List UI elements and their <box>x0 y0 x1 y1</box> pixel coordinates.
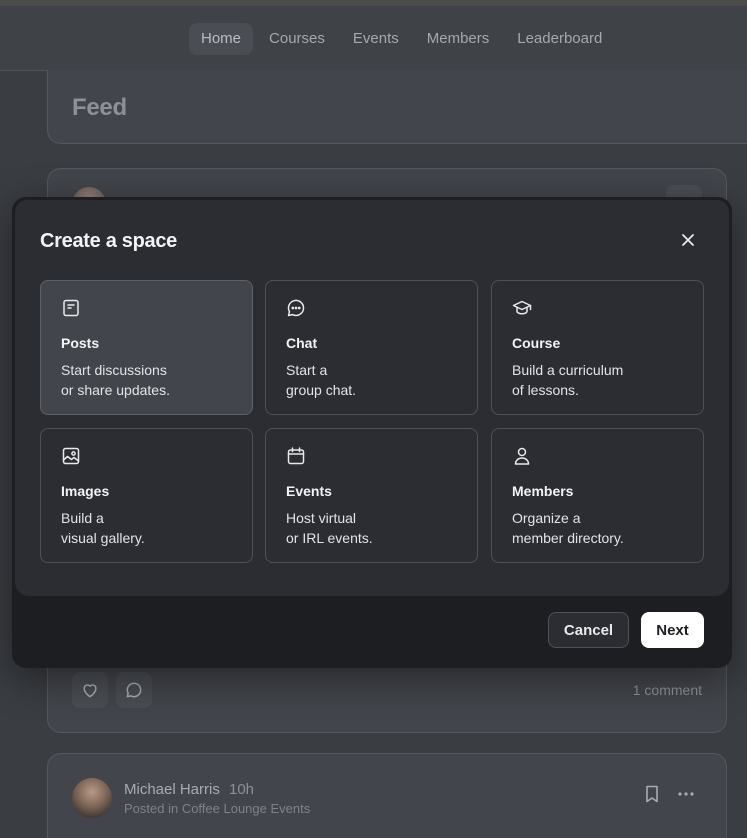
person-icon <box>514 447 530 465</box>
avatar[interactable] <box>72 778 112 818</box>
option-events[interactable]: Events Host virtual or IRL events. <box>265 428 478 563</box>
comment-count[interactable]: 1 comment <box>633 682 702 698</box>
modal-title: Create a space <box>40 230 178 252</box>
heart-icon <box>83 684 97 698</box>
option-posts[interactable]: Posts Start discussions or share updates… <box>40 280 253 415</box>
posted-in: Posted in Coffee Lounge Events <box>124 801 311 816</box>
option-title: Chat <box>286 335 318 351</box>
more-button[interactable] <box>674 782 698 806</box>
option-title: Events <box>286 483 332 499</box>
option-description: Build a visual gallery. <box>61 510 145 546</box>
bookmark-icon <box>646 785 658 803</box>
option-description: Start a group chat. <box>286 362 357 398</box>
option-title: Images <box>61 483 110 499</box>
like-button[interactable] <box>72 672 108 708</box>
tab-members[interactable]: Members <box>415 23 502 55</box>
option-description: Build a curriculum of lessons. <box>512 362 624 398</box>
option-chat[interactable]: Chat Start a group chat. <box>265 280 478 415</box>
modal-body: Create a space Posts Start discussions o… <box>15 200 729 596</box>
option-members[interactable]: Members Organize a member directory. <box>491 428 704 563</box>
nav-tabs: Home Courses Events Members Leaderboard <box>189 23 614 55</box>
tab-events[interactable]: Events <box>341 23 411 55</box>
close-icon <box>682 234 694 246</box>
next-button[interactable]: Next <box>641 612 704 648</box>
option-images[interactable]: Images Build a visual gallery. <box>40 428 253 563</box>
option-title: Course <box>512 335 561 351</box>
option-description: Host virtual or IRL events. <box>286 510 373 546</box>
images-icon <box>62 447 80 465</box>
tab-home[interactable]: Home <box>189 23 254 55</box>
close-button[interactable] <box>678 230 698 250</box>
option-title: Members <box>512 483 574 499</box>
more-icon <box>678 792 694 796</box>
chat-icon <box>287 299 305 317</box>
comment-button[interactable] <box>116 672 152 708</box>
post-card: Michael Harris 10h Posted in Coffee Loun… <box>47 753 727 838</box>
comment-icon <box>126 682 142 698</box>
create-space-modal: Create a space Posts Start discussions o… <box>12 197 732 668</box>
tab-leaderboard[interactable]: Leaderboard <box>505 23 614 55</box>
course-icon <box>512 300 532 315</box>
option-title: Posts <box>61 335 100 351</box>
option-description: Start discussions or share updates. <box>61 362 170 398</box>
feed-title: Feed <box>72 94 127 121</box>
calendar-icon <box>287 447 305 465</box>
cancel-button[interactable]: Cancel <box>548 612 629 648</box>
tab-courses[interactable]: Courses <box>257 23 337 55</box>
author-name[interactable]: Michael Harris <box>124 781 220 798</box>
option-description: Organize a member directory. <box>512 510 624 546</box>
bookmark-button[interactable] <box>640 782 664 806</box>
option-course[interactable]: Course Build a curriculum of lessons. <box>491 280 704 415</box>
feed-header: Feed <box>47 70 747 144</box>
posts-icon <box>63 299 79 317</box>
top-navigation: Home Courses Events Members Leaderboard <box>0 6 747 71</box>
post-time: 10h <box>229 781 255 798</box>
